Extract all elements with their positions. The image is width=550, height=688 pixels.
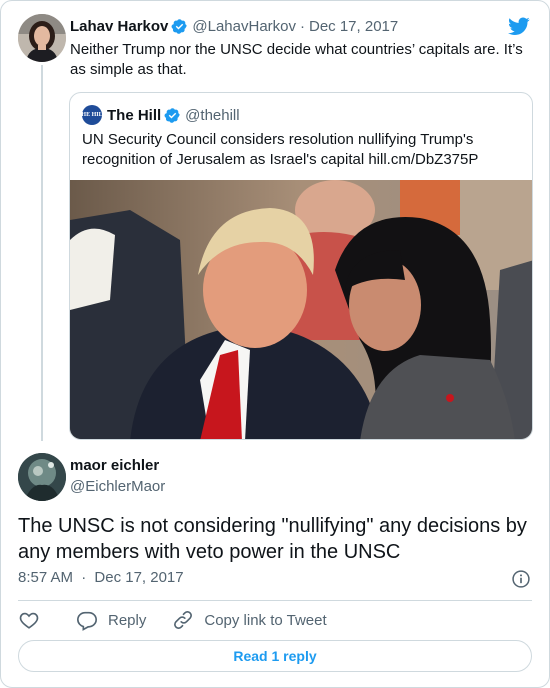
parent-author-handle[interactable]: @LahavHarkov [192,18,296,35]
reply-author-avatar[interactable] [18,453,66,501]
verified-badge-icon [164,107,180,123]
reply-button[interactable]: Reply [76,609,146,631]
quoted-author-handle[interactable]: @thehill [185,107,239,124]
reply-bubble-icon [77,611,97,631]
twitter-bird-icon[interactable] [507,15,531,37]
reply-author-handle[interactable]: @EichlerMaor [70,478,165,495]
parent-tweet-text: Neither Trump nor the UNSC decide what c… [70,41,523,78]
reply-tweet-text: The UNSC is not considering "nullifying"… [18,515,527,563]
tweet-actions-bar: Reply Copy link to Tweet [18,607,353,633]
quoted-tweet-header: THE HILL The Hill @thehill [77,105,240,125]
read-replies-button[interactable]: Read 1 reply [18,640,532,672]
thread-connector-line [41,65,43,441]
parent-author-name[interactable]: Lahav Harkov [70,18,168,35]
reply-timestamp[interactable]: 8:57 AM · Dec 17, 2017 [18,569,184,586]
reply-label: Reply [108,611,147,629]
parent-author-avatar[interactable] [18,14,66,62]
quoted-tweet-text: UN Security Council considers resolution… [82,131,479,168]
actions-divider [18,600,532,601]
reply-date[interactable]: Dec 17, 2017 [94,569,183,586]
like-button[interactable] [18,609,50,631]
parent-tweet-date[interactable]: Dec 17, 2017 [309,18,398,35]
info-icon[interactable] [511,569,531,589]
tweet-embed-card: Lahav Harkov @LahavHarkov · Dec 17, 2017… [0,0,550,688]
separator-dot: · [300,17,305,35]
verified-badge-icon [171,18,188,34]
reply-author-name[interactable]: maor eichler [70,457,159,474]
reply-time[interactable]: 8:57 AM [18,569,73,586]
copy-link-label: Copy link to Tweet [204,611,327,629]
thehill-logo-icon: THE HILL [77,105,107,125]
copy-link-button[interactable]: Copy link to Tweet [172,609,327,631]
link-icon [174,611,193,629]
quoted-tweet-card[interactable]: THE HILL The Hill @thehill UN Security C… [69,92,533,440]
separator-dot: · [81,569,87,586]
quoted-author-name[interactable]: The Hill [107,107,161,124]
parent-tweet-header: Lahav Harkov @LahavHarkov · Dec 17, 2017 [70,16,499,36]
heart-icon [19,612,39,629]
quoted-tweet-photo[interactable] [70,180,533,440]
